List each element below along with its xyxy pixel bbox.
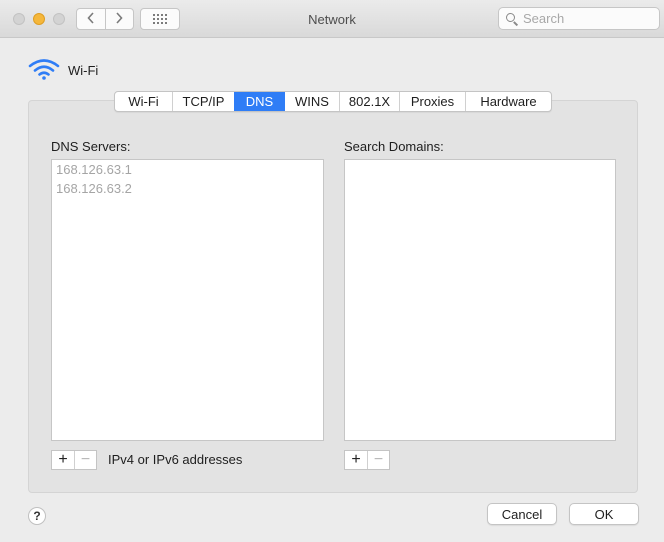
search-field[interactable]	[498, 7, 660, 30]
search-domains-list[interactable]	[344, 159, 616, 441]
list-item[interactable]: 168.126.63.1	[52, 160, 323, 179]
ok-button[interactable]: OK	[569, 503, 639, 525]
tab-bar: Wi-Fi TCP/IP DNS WINS 802.1X Proxies Har…	[114, 91, 552, 112]
tab-wifi[interactable]: Wi-Fi	[115, 92, 172, 111]
dns-servers-label: DNS Servers:	[51, 139, 131, 154]
service-header: Wi-Fi	[28, 58, 98, 83]
tab-tcpip[interactable]: TCP/IP	[172, 92, 234, 111]
cancel-button[interactable]: Cancel	[487, 503, 557, 525]
search-icon	[505, 12, 519, 26]
remove-search-domain-button[interactable]: −	[367, 451, 389, 469]
search-domains-label: Search Domains:	[344, 139, 444, 154]
wifi-icon	[28, 58, 60, 83]
dns-servers-list[interactable]: 168.126.63.1 168.126.63.2	[51, 159, 324, 441]
tab-dns[interactable]: DNS	[234, 92, 284, 111]
help-button[interactable]: ?	[28, 507, 46, 525]
add-dns-server-button[interactable]: +	[52, 451, 74, 469]
tab-wins[interactable]: WINS	[284, 92, 339, 111]
tab-8021x[interactable]: 802.1X	[339, 92, 399, 111]
remove-dns-server-button[interactable]: −	[74, 451, 96, 469]
tab-hardware[interactable]: Hardware	[465, 92, 551, 111]
dns-hint: IPv4 or IPv6 addresses	[108, 452, 243, 467]
title-bar: Network	[0, 0, 664, 38]
add-search-domain-button[interactable]: +	[345, 451, 367, 469]
service-name: Wi-Fi	[68, 63, 99, 78]
search-domains-add-remove-group: + −	[344, 450, 390, 470]
list-item[interactable]: 168.126.63.2	[52, 179, 323, 198]
dns-add-remove-group: + −	[51, 450, 97, 470]
search-input[interactable]	[523, 11, 653, 26]
tab-proxies[interactable]: Proxies	[399, 92, 465, 111]
